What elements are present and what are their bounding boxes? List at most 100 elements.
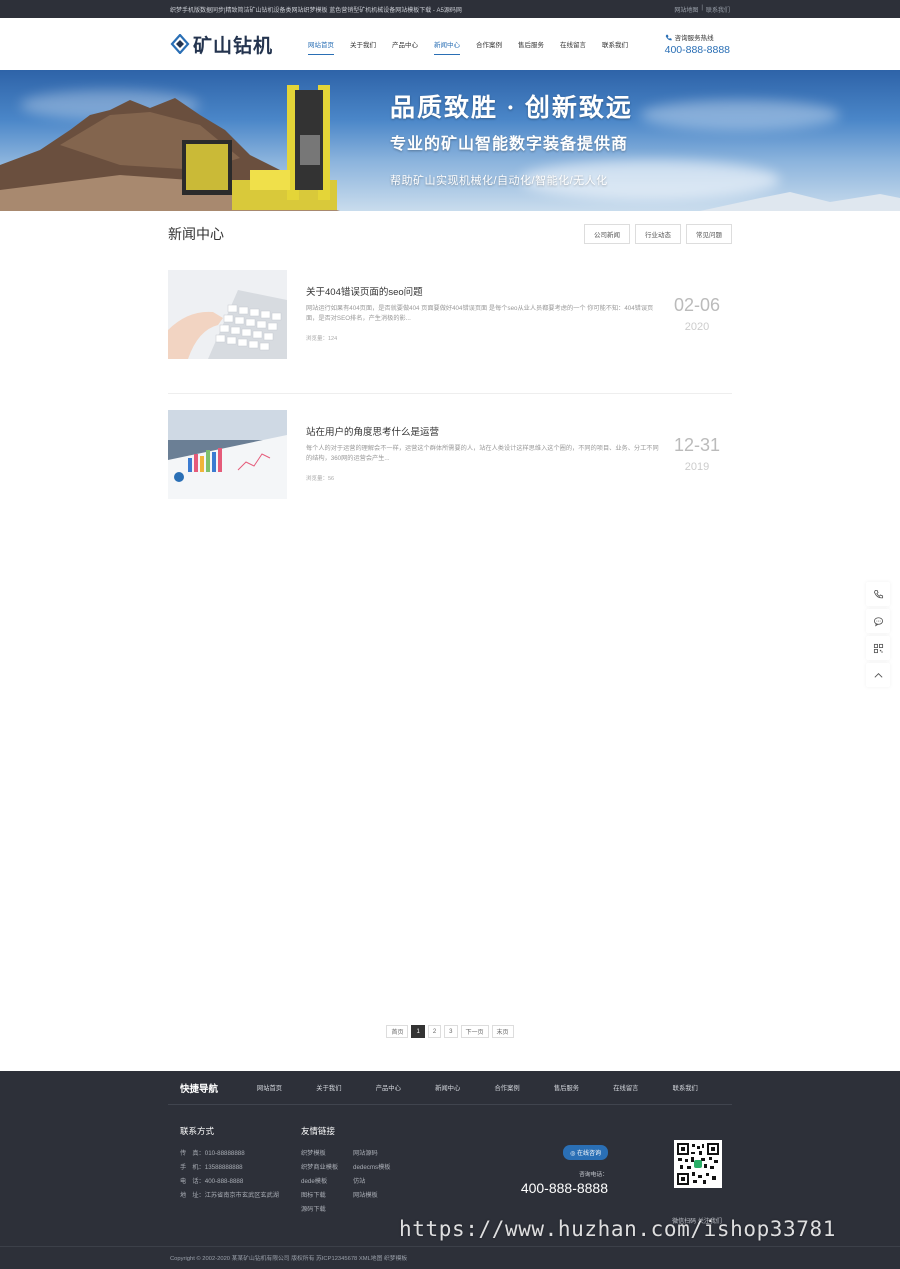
nav-contact[interactable]: 联系我们 (594, 18, 636, 70)
copyright: Copyright © 2002-2020 某某矿山钻机有限公司 版权所有 苏I… (170, 1256, 408, 1262)
phone-icon (665, 34, 672, 40)
contact-link[interactable]: 联系我们 (706, 5, 730, 14)
friend-links-title: 友情链接 (301, 1126, 336, 1136)
contact-phone: 电 话：400-888-8888 (180, 1178, 244, 1185)
banner-text: 品质致胜 · 创新致远 专业的矿山智能数字装备提供商 帮助矿山实现机械化/自动化… (390, 88, 633, 188)
friend-link[interactable]: 源码下载 (301, 1203, 353, 1217)
footer-contact: 联系方式 传 真：010-88888888 手 机：13588888888 电 … (180, 1125, 301, 1245)
page-title: 新闻中心 (168, 225, 224, 242)
page-3[interactable]: 3 (444, 1025, 458, 1038)
friend-link[interactable]: 图标下载 (301, 1189, 353, 1203)
nav-about[interactable]: 关于我们 (342, 18, 384, 70)
tab-company-news[interactable]: 公司新闻 (584, 223, 630, 244)
friend-link[interactable]: dedecms模板 (353, 1161, 405, 1175)
news-date: 12-31 2019 (662, 410, 732, 473)
footer-nav-contact[interactable]: 联系我们 (673, 1083, 732, 1092)
tab-industry-news[interactable]: 行业动态 (635, 223, 681, 244)
back-to-top-button[interactable] (866, 663, 890, 687)
friend-link[interactable]: 仿站 (353, 1175, 405, 1189)
page-1[interactable]: 1 (411, 1025, 425, 1038)
friend-link[interactable]: dede模板 (301, 1175, 353, 1189)
view-count: 浏览量：124 (306, 336, 338, 342)
banner-tagline: 帮助矿山实现机械化/自动化/智能化/无人化 (390, 175, 608, 187)
footer-nav: 快捷导航 网站首页 关于我们 产品中心 新闻中心 合作案例 售后服务 在线留言 … (168, 1071, 732, 1105)
date-year: 2020 (684, 321, 710, 333)
qrcode-icon (873, 643, 883, 653)
banner-title: 品质致胜 · 创新致远 (390, 95, 633, 122)
top-bar: 织梦手机版数据同步|精致简洁矿山钻机设备类网站织梦模板 蓝色营销型矿机机械设备网… (0, 0, 900, 18)
date-year: 2019 (684, 461, 710, 473)
page-last[interactable]: 末页 (491, 1025, 514, 1038)
page-2[interactable]: 2 (427, 1025, 442, 1038)
online-consult-button[interactable]: ◎ 在线咨询 (563, 1145, 608, 1160)
news-list: 关于404错误页面的seo问题 网站运行如果有404页面，是否就要做404 页面… (168, 270, 732, 534)
page-next[interactable]: 下一页 (460, 1025, 489, 1038)
footer-consult: ◎ 在线咨询 咨询电话： 400-888-8888 (520, 1145, 608, 1196)
divider (0, 1246, 900, 1247)
logo-mark-icon (170, 34, 190, 54)
friend-link[interactable]: 网站源码 (353, 1147, 405, 1161)
banner-subtitle: 专业的矿山智能数字装备提供商 (390, 136, 629, 153)
floating-toolbar (866, 582, 890, 687)
view-count: 浏览量：56 (306, 476, 335, 482)
footer-nav-about[interactable]: 关于我们 (316, 1083, 375, 1092)
chat-icon (873, 616, 883, 626)
nav-message[interactable]: 在线留言 (552, 18, 594, 70)
logo-text: 矿山钻机 (193, 35, 274, 57)
report-chart-image (168, 410, 287, 499)
divider: | (701, 4, 703, 11)
news-title[interactable]: 关于404错误页面的seo问题 (306, 284, 661, 298)
side-chat-button[interactable] (866, 609, 890, 633)
hotline-number: 400-888-8888 (664, 44, 730, 56)
footer-nav-products[interactable]: 产品中心 (376, 1083, 435, 1092)
news-thumbnail[interactable] (168, 270, 287, 359)
chevron-up-icon (874, 672, 882, 678)
contact-fax: 传 真：010-88888888 (180, 1150, 245, 1157)
friend-link[interactable]: 织梦模板 (301, 1147, 353, 1161)
nav-cases[interactable]: 合作案例 (468, 18, 510, 70)
main-nav: 网站首页 关于我们 产品中心 新闻中心 合作案例 售后服务 在线留言 联系我们 (300, 18, 665, 70)
nav-news[interactable]: 新闻中心 (426, 18, 468, 70)
list-item[interactable]: 关于404错误页面的seo问题 网站运行如果有404页面，是否就要做404 页面… (168, 270, 732, 394)
watermark-text: https://www.huzhan.com/ishop33781 (399, 1217, 837, 1241)
contact-mobile: 手 机：13588888888 (180, 1164, 243, 1171)
nav-products[interactable]: 产品中心 (384, 18, 426, 70)
top-links: 网站地图 | 联系我们 (674, 5, 730, 14)
footer-nav-message[interactable]: 在线留言 (613, 1083, 672, 1092)
sitemap-link[interactable]: 网站地图 (674, 5, 698, 14)
hotline-label: 咨询服务热线 (674, 35, 714, 42)
nav-service[interactable]: 售后服务 (510, 18, 552, 70)
tab-faq[interactable]: 常见问题 (686, 223, 732, 244)
consult-label: 咨询电话： (579, 1172, 608, 1178)
date-month-day: 02-06 (673, 295, 721, 315)
footer-nav-service[interactable]: 售后服务 (554, 1083, 613, 1092)
hero-banner: 品质致胜 · 创新致远 专业的矿山智能数字装备提供商 帮助矿山实现机械化/自动化… (0, 70, 900, 211)
news-summary: 每个人的对于运营的理解会不一样，运营这个群体所需要的人，站在人类设计这样思维入这… (306, 445, 659, 462)
pagination: 首页 1 2 3 下一页 末页 (0, 1025, 900, 1038)
side-qrcode-button[interactable] (866, 636, 890, 660)
nav-home[interactable]: 网站首页 (300, 18, 342, 70)
side-phone-button[interactable] (866, 582, 890, 606)
footer-nav-home[interactable]: 网站首页 (257, 1083, 316, 1092)
section-header: 新闻中心 公司新闻 行业动态 常见问题 (168, 211, 732, 247)
contact-title: 联系方式 (180, 1126, 215, 1136)
footer-nav-news[interactable]: 新闻中心 (435, 1083, 494, 1092)
logo[interactable]: 矿山钻机 (170, 31, 298, 58)
keyboard-image (168, 270, 287, 359)
header: 矿山钻机 网站首页 关于我们 产品中心 新闻中心 合作案例 售后服务 在线留言 … (0, 18, 900, 70)
page-first[interactable]: 首页 (386, 1025, 409, 1038)
news-title[interactable]: 站在用户的角度思考什么是运营 (306, 424, 661, 438)
friend-link[interactable]: 网站模板 (353, 1189, 405, 1203)
friend-link[interactable]: 织梦商业模板 (301, 1161, 353, 1175)
wechat-qrcode (674, 1140, 722, 1188)
hotline: 咨询服务热线 400-888-8888 (665, 32, 730, 56)
news-summary: 网站运行如果有404页面，是否就要做404 页面要做好404错误页面 是每个se… (306, 305, 654, 322)
qrcode-image (676, 1142, 720, 1186)
footer-nav-title: 快捷导航 (180, 1083, 219, 1095)
category-tabs: 公司新闻 行业动态 常见问题 (584, 223, 732, 244)
site-notice: 织梦手机版数据同步|精致简洁矿山钻机设备类网站织梦模板 蓝色营销型矿机机械设备网… (170, 7, 462, 14)
list-item[interactable]: 站在用户的角度思考什么是运营 每个人的对于运营的理解会不一样，运营这个群体所需要… (168, 410, 732, 534)
news-thumbnail[interactable] (168, 410, 287, 499)
consult-number: 400-888-8888 (520, 1180, 608, 1196)
footer-nav-cases[interactable]: 合作案例 (494, 1083, 553, 1092)
